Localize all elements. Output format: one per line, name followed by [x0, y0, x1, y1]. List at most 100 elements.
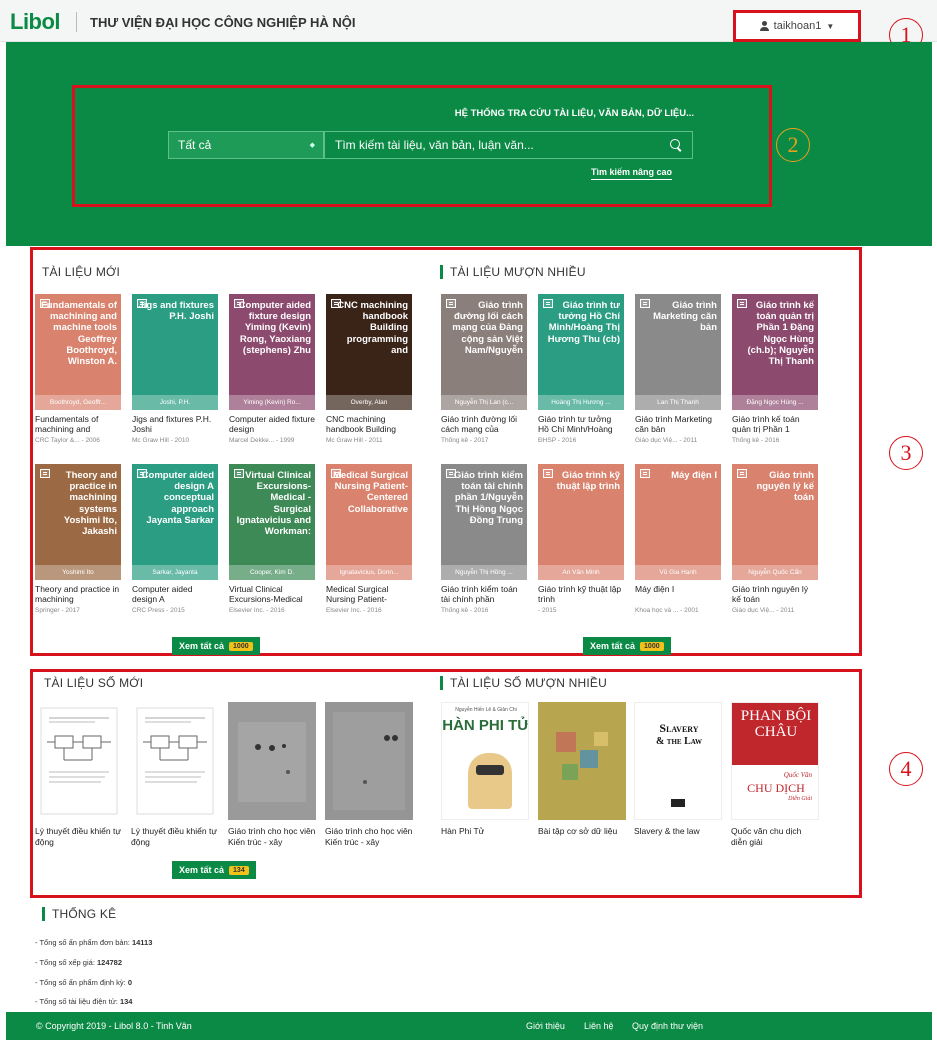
cover-title: Giáo trình kỹ thuật lập trình: [556, 470, 620, 493]
digital-doc-card[interactable]: Giáo trình cho học viên Kiến trúc - xây: [228, 702, 316, 847]
book-title[interactable]: Giáo trình đường lối cách mạng của: [441, 414, 527, 435]
digital-doc-title[interactable]: Giáo trình cho học viên Kiến trúc - xây: [325, 826, 413, 847]
book-title[interactable]: Giáo trình tư tưởng Hồ Chí Minh/Hoàng: [538, 414, 624, 435]
new-digital-heading: TÀI LIỆU SỐ MỚI: [44, 676, 144, 690]
new-digital-view-all-button[interactable]: Xem tất cả 134: [172, 861, 256, 879]
digital-doc-title[interactable]: Bài tập cơ sở dữ liệu: [538, 826, 626, 837]
book-card[interactable]: Giáo trình nguyên lý kế toán Nguyễn Quốc …: [732, 464, 818, 614]
stats-value: 134: [119, 997, 133, 1006]
popular-docs-view-all-button[interactable]: Xem tất cả 1000: [583, 637, 671, 655]
cover-title: HÀN PHI TỬ: [442, 717, 529, 734]
book-cover[interactable]: Computer aided design A conceptual appro…: [132, 464, 218, 580]
book-meta: Khoa học và ... - 2001: [635, 607, 699, 614]
footer: © Copyright 2019 - Libol 8.0 - Tinh Vân …: [6, 1012, 932, 1040]
book-card[interactable]: Jigs and fixtures P.H. Joshi Joshi, P.H. J…: [132, 294, 218, 444]
book-title[interactable]: Computer aided fixture design: [229, 414, 315, 435]
user-menu-button[interactable]: taikhoan1 ▼: [733, 10, 861, 42]
book-card[interactable]: Giáo trình kiểm toán tài chính phần 1/Ng…: [441, 464, 527, 614]
view-all-label: Xem tất cả: [179, 865, 225, 875]
book-cover[interactable]: Computer aided fixture design Yiming (Ke…: [229, 294, 315, 410]
digital-doc-title[interactable]: Lý thuyết điều khiển tự động: [35, 826, 123, 847]
digital-doc-card[interactable]: Giáo trình cho học viên Kiến trúc - xây: [325, 702, 413, 847]
search-icon[interactable]: [670, 139, 682, 151]
book-title[interactable]: Virtual Clinical Excursions-Medical: [229, 584, 315, 605]
book-card[interactable]: Máy điện I Vũ Gia Hanh Máy điện I Khoa học …: [635, 464, 721, 614]
digital-doc-title[interactable]: Hàn Phi Tử: [441, 826, 529, 837]
book-title[interactable]: Giáo trình nguyên lý kế toán: [732, 584, 818, 605]
digital-doc-thumbnail[interactable]: PHAN BỘI CHÂU Quốc Văn CHU DỊCH Diễn Giả…: [731, 702, 819, 820]
new-docs-view-all-button[interactable]: Xem tất cả 1000: [172, 637, 260, 655]
book-title[interactable]: Medical Surgical Nursing Patient-: [326, 584, 412, 605]
book-card[interactable]: Virtual Clinical Excursions-Medical - Su…: [229, 464, 315, 614]
advanced-search-link[interactable]: Tìm kiếm nâng cao: [591, 167, 673, 180]
cover-author: Nguyễn Thị Hồng ...: [441, 565, 527, 580]
book-cover[interactable]: Máy điện I Vũ Gia Hanh: [635, 464, 721, 580]
book-cover[interactable]: Giáo trình đường lối cách mạng của Đảng …: [441, 294, 527, 410]
book-cover[interactable]: Theory and practice in machining systems…: [35, 464, 121, 580]
count-badge: 1000: [229, 641, 253, 651]
search-input[interactable]: Tìm kiếm tài liệu, văn bản, luận văn...: [324, 131, 693, 159]
category-select[interactable]: Tất cả ◆: [168, 131, 324, 159]
digital-doc-card[interactable]: Lý thuyết điều khiển tự động: [35, 702, 123, 847]
book-cover[interactable]: Medical Surgical Nursing Patient-Centere…: [326, 464, 412, 580]
book-title[interactable]: Computer aided design A: [132, 584, 218, 605]
digital-doc-title[interactable]: Lý thuyết điều khiển tự động: [131, 826, 219, 847]
book-cover[interactable]: Giáo trình kiểm toán tài chính phần 1/Ng…: [441, 464, 527, 580]
digital-doc-title[interactable]: Giáo trình cho học viên Kiến trúc - xây: [228, 826, 316, 847]
digital-doc-thumbnail[interactable]: Nguyễn Hiến Lê & Giản Chi HÀN PHI TỬ: [441, 702, 529, 820]
book-cover[interactable]: Giáo trình Marketing căn bản Lan Thị Than…: [635, 294, 721, 410]
digital-doc-card[interactable]: PHAN BỘI CHÂU Quốc Văn CHU DỊCH Diễn Giả…: [731, 702, 819, 847]
book-card[interactable]: Theory and practice in machining systems…: [35, 464, 121, 614]
book-title[interactable]: Máy điện I: [635, 584, 721, 605]
book-title[interactable]: Giáo trình kỹ thuật lập trình: [538, 584, 624, 605]
book-card[interactable]: Computer aided fixture design Yiming (Ke…: [229, 294, 315, 444]
digital-doc-thumbnail[interactable]: [35, 702, 123, 820]
digital-doc-thumbnail[interactable]: Slavery & the Law: [634, 702, 722, 820]
book-title[interactable]: Fundamentals of machining and: [35, 414, 121, 435]
book-cover[interactable]: Giáo trình kế toán quản trị Phần 1 Đặng …: [732, 294, 818, 410]
book-card[interactable]: Giáo trình kỹ thuật lập trình An Văn Minh…: [538, 464, 624, 614]
book-title[interactable]: CNC machining handbook Building: [326, 414, 412, 435]
book-card[interactable]: Computer aided design A conceptual appro…: [132, 464, 218, 614]
book-card[interactable]: Giáo trình đường lối cách mạng của Đảng …: [441, 294, 527, 444]
footer-link-contact[interactable]: Liên hệ: [584, 1021, 614, 1031]
search-slogan: HỆ THỐNG TRA CỨU TÀI LIỆU, VĂN BẢN, DỮ L…: [454, 108, 694, 119]
book-cover[interactable]: Fundamentals of machining and machine to…: [35, 294, 121, 410]
footer-link-rules[interactable]: Quy định thư viện: [632, 1021, 703, 1031]
book-cover[interactable]: Jigs and fixtures P.H. Joshi Joshi, P.H.: [132, 294, 218, 410]
book-cover[interactable]: Giáo trình tư tưởng Hồ Chí Minh/Hoàng Th…: [538, 294, 624, 410]
digital-doc-title[interactable]: Slavery & the law: [634, 826, 722, 837]
book-title[interactable]: Giáo trình kế toán quản trị Phần 1: [732, 414, 818, 435]
book-card[interactable]: Medical Surgical Nursing Patient-Centere…: [326, 464, 412, 614]
digital-doc-thumbnail[interactable]: [131, 702, 219, 820]
digital-doc-title[interactable]: Quốc văn chu dịch diễn giải: [731, 826, 819, 847]
digital-doc-thumbnail[interactable]: [228, 702, 316, 820]
book-cover[interactable]: CNC machining handbook Building programm…: [326, 294, 412, 410]
cover-author: Đặng Ngọc Hùng ...: [732, 395, 818, 410]
book-cover[interactable]: Giáo trình nguyên lý kế toán Nguyễn Quốc …: [732, 464, 818, 580]
book-title[interactable]: Giáo trình Marketing căn bản: [635, 414, 721, 435]
book-cover[interactable]: Giáo trình kỹ thuật lập trình An Văn Minh: [538, 464, 624, 580]
book-title[interactable]: Jigs and fixtures P.H. Joshi: [132, 414, 218, 435]
stats-heading: THỐNG KÊ: [42, 907, 116, 921]
book-card[interactable]: Fundamentals of machining and machine to…: [35, 294, 121, 444]
book-card[interactable]: Giáo trình Marketing căn bản Lan Thị Than…: [635, 294, 721, 444]
footer-link-about[interactable]: Giới thiệu: [526, 1021, 565, 1031]
digital-doc-card[interactable]: Nguyễn Hiến Lê & Giản Chi HÀN PHI TỬ Hàn…: [441, 702, 529, 837]
book-card[interactable]: Giáo trình kế toán quản trị Phần 1 Đặng …: [732, 294, 818, 444]
digital-doc-card[interactable]: Slavery & the Law Slavery & the law: [634, 702, 722, 837]
book-card[interactable]: Giáo trình tư tưởng Hồ Chí Minh/Hoàng Th…: [538, 294, 624, 444]
book-cover[interactable]: Virtual Clinical Excursions-Medical - Su…: [229, 464, 315, 580]
digital-doc-thumbnail[interactable]: [538, 702, 626, 820]
libol-logo[interactable]: Libol: [10, 9, 61, 35]
book-title[interactable]: Giáo trình kiểm toán tài chính phần: [441, 584, 527, 605]
circuit-diagram-thumbnail: [40, 707, 118, 815]
stats-line: - Tổng số tài liệu điện tử: 134: [35, 997, 132, 1006]
view-all-label: Xem tất cả: [179, 641, 225, 651]
book-title[interactable]: Theory and practice in machining: [35, 584, 121, 605]
book-card[interactable]: CNC machining handbook Building programm…: [326, 294, 412, 444]
digital-doc-thumbnail[interactable]: [325, 702, 413, 820]
digital-doc-card[interactable]: Bài tập cơ sở dữ liệu: [538, 702, 626, 837]
digital-doc-card[interactable]: Lý thuyết điều khiển tự động: [131, 702, 219, 847]
annotation-marker-3: 3: [889, 436, 923, 470]
